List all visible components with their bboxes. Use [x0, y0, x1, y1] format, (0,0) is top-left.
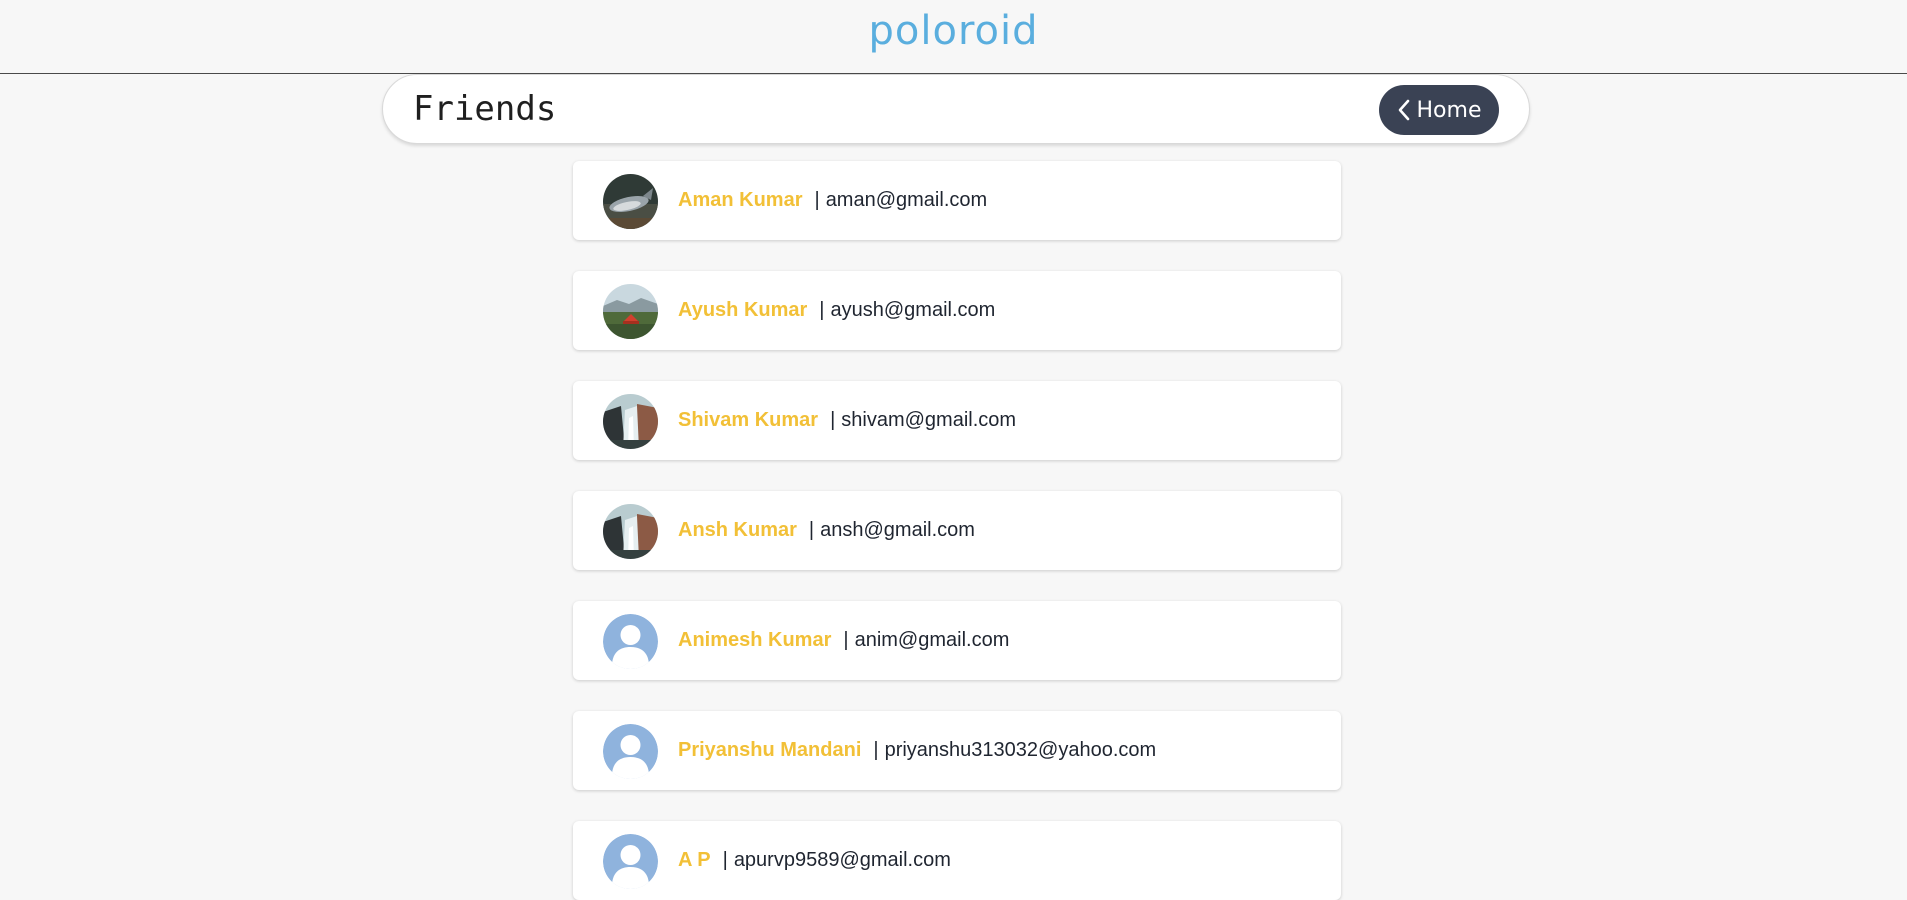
- avatar: [603, 504, 658, 559]
- friend-name[interactable]: Ansh Kumar: [678, 519, 797, 542]
- friend-email: ayush@gmail.com: [830, 299, 996, 321]
- friend-name[interactable]: Aman Kumar: [678, 189, 802, 212]
- friend-row[interactable]: A P | apurvp9589@gmail.com: [573, 821, 1341, 900]
- top-bar: poloroid: [0, 0, 1907, 74]
- separator: |: [814, 189, 820, 211]
- avatar: [603, 394, 658, 449]
- app-logo[interactable]: poloroid: [0, 4, 1907, 58]
- separator: |: [808, 519, 815, 541]
- default-user-icon: [603, 834, 658, 889]
- chevron-left-icon: [1397, 99, 1411, 121]
- friend-name[interactable]: A P: [678, 849, 711, 872]
- avatar: [603, 284, 658, 339]
- friend-email: aman@gmail.com: [825, 189, 988, 211]
- waterfall-photo: [603, 504, 658, 559]
- page-title: Friends: [413, 89, 557, 129]
- default-user-icon: [603, 614, 658, 669]
- friend-row[interactable]: Aman Kumar | aman@gmail.com: [573, 161, 1341, 240]
- friend-email: anim@gmail.com: [854, 629, 1010, 651]
- friend-email: priyanshu313032@yahoo.com: [884, 739, 1157, 761]
- avatar: [603, 834, 658, 889]
- page-header: Friends Home: [382, 74, 1530, 144]
- friend-row[interactable]: Ayush Kumar | ayush@gmail.com: [573, 271, 1341, 350]
- separator: |: [873, 739, 879, 761]
- friend-row[interactable]: Priyanshu Mandani | priyanshu313032@yaho…: [573, 711, 1341, 790]
- friend-email: apurvp9589@gmail.com: [733, 849, 951, 871]
- waterfall-photo: [603, 394, 658, 449]
- friend-email: ansh@gmail.com: [820, 519, 975, 541]
- tent-landscape-photo: [603, 284, 658, 339]
- friend-name[interactable]: Animesh Kumar: [678, 629, 831, 652]
- friend-row[interactable]: Ansh Kumar | ansh@gmail.com: [573, 491, 1341, 570]
- home-button[interactable]: Home: [1379, 85, 1499, 135]
- whale-photo: [603, 174, 658, 229]
- separator: |: [819, 299, 825, 321]
- friend-row[interactable]: Shivam Kumar | shivam@gmail.com: [573, 381, 1341, 460]
- default-user-icon: [603, 724, 658, 779]
- separator: |: [830, 409, 836, 431]
- friend-email: shivam@gmail.com: [841, 409, 1017, 431]
- friend-row[interactable]: Animesh Kumar | anim@gmail.com: [573, 601, 1341, 680]
- friend-name[interactable]: Ayush Kumar: [678, 299, 807, 322]
- home-button-label: Home: [1416, 97, 1482, 123]
- separator: |: [843, 629, 849, 651]
- friend-name[interactable]: Shivam Kumar: [678, 409, 818, 432]
- friend-name[interactable]: Priyanshu Mandani: [678, 739, 861, 762]
- avatar: [603, 174, 658, 229]
- separator: |: [722, 849, 728, 871]
- avatar: [603, 614, 658, 669]
- avatar: [603, 724, 658, 779]
